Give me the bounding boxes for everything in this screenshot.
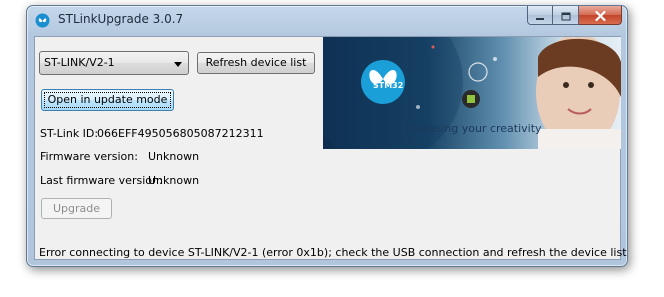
stlink-id-label: ST-Link ID:	[40, 127, 99, 140]
stlink-id-value: 066EFF495056805087212311	[97, 127, 264, 140]
upgrade-button[interactable]: Upgrade	[41, 198, 112, 219]
stm-butterfly-icon	[35, 13, 50, 28]
firmware-version-label: Firmware version:	[40, 150, 138, 163]
status-message: Error connecting to device ST-LINK/V2-1 …	[39, 246, 627, 259]
open-update-mode-button[interactable]: Open in update mode	[41, 89, 174, 111]
last-firmware-version-label: Last firmware version:	[40, 174, 163, 187]
minimize-button[interactable]	[527, 6, 553, 25]
close-button[interactable]	[579, 6, 622, 25]
app-window: STLinkUpgrade 3.0.7 ST-LINK/V2-1 Refresh…	[26, 5, 628, 267]
device-select[interactable]: ST-LINK/V2-1	[39, 51, 189, 75]
caption-buttons	[527, 6, 622, 26]
chevron-down-icon	[174, 62, 182, 67]
maximize-icon	[561, 6, 571, 25]
refresh-device-list-button[interactable]: Refresh device list	[197, 52, 315, 74]
window-title: STLinkUpgrade 3.0.7	[58, 12, 184, 26]
device-select-value: ST-LINK/V2-1	[44, 56, 115, 69]
maximize-button[interactable]	[553, 6, 579, 25]
last-firmware-version-value: Unknown	[148, 174, 200, 187]
stm32-banner: STM32 Releasing your creativity	[323, 37, 621, 149]
close-icon	[594, 6, 606, 25]
stm32-logo-label: STM32	[373, 81, 404, 90]
client-area: ST-LINK/V2-1 Refresh device list Open in…	[34, 36, 627, 260]
banner-tagline: Releasing your creativity	[405, 122, 542, 135]
title-bar[interactable]: STLinkUpgrade 3.0.7	[27, 6, 627, 34]
firmware-version-value: Unknown	[148, 150, 200, 163]
minimize-icon	[535, 6, 545, 25]
open-update-mode-label: Open in update mode	[44, 92, 171, 108]
